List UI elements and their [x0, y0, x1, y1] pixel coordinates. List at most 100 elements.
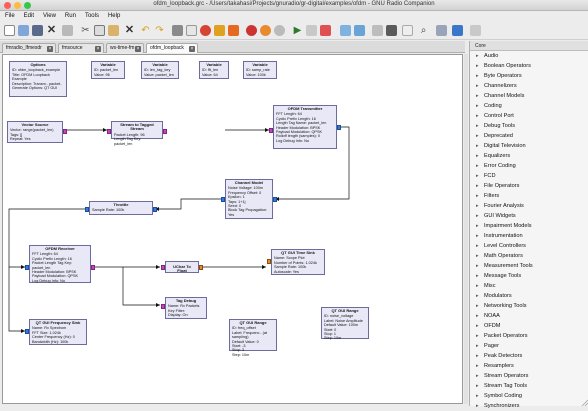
library-category-item[interactable]: ▸ Stream Operators — [470, 371, 588, 381]
port-out[interactable] — [85, 207, 89, 212]
block-qt-gui-range-noise-voltage[interactable]: QT GUI Range ID: noise_voltage Label: No… — [321, 307, 369, 340]
tab-fmsource[interactable]: fmsource × — [58, 43, 104, 53]
expand-arrow-icon[interactable]: ▸ — [476, 391, 484, 401]
port-in[interactable] — [25, 329, 29, 334]
expand-arrow-icon[interactable]: ▸ — [476, 61, 484, 71]
expand-arrow-icon[interactable]: ▸ — [476, 111, 484, 121]
port-in[interactable] — [269, 128, 273, 133]
expand-arrow-icon[interactable]: ▸ — [476, 321, 484, 331]
block-qt-gui-frequency-sink[interactable]: QT GUI Frequency Sink Name: Rx Spectrum … — [25, 319, 87, 345]
tab-close-icon[interactable]: × — [135, 46, 141, 52]
export-icon[interactable] — [386, 25, 397, 36]
expand-arrow-icon[interactable]: ▸ — [476, 221, 484, 231]
expand-arrow-icon[interactable]: ▸ — [476, 251, 484, 261]
block-uchar-to-float[interactable]: UChar To Float — [161, 261, 203, 273]
port-in[interactable] — [161, 265, 165, 270]
reload-icon[interactable] — [436, 25, 447, 36]
find-icon[interactable]: ⌕ — [418, 25, 429, 36]
kill-icon[interactable] — [200, 25, 211, 36]
expand-arrow-icon[interactable]: ▸ — [476, 201, 484, 211]
port-out[interactable] — [199, 265, 203, 270]
library-category-item[interactable]: ▸ Stream Tag Tools — [470, 381, 588, 391]
block-ofdm-transmitter[interactable]: OFDM Transmitter FFT Length: 64 Cyclic P… — [269, 105, 341, 149]
library-category-item[interactable]: ▸ Fourier Analysis — [470, 201, 588, 211]
port-out[interactable] — [163, 129, 167, 134]
library-icon[interactable] — [452, 25, 463, 36]
expand-arrow-icon[interactable]: ▸ — [476, 121, 484, 131]
block-ofdm-receiver[interactable]: OFDM Receiver FFT Length: 64 Cyclic Pref… — [25, 245, 95, 283]
menu-tools[interactable]: Tools — [85, 11, 99, 22]
highlight-icon[interactable] — [320, 25, 331, 36]
expand-arrow-icon[interactable]: ▸ — [476, 181, 484, 191]
library-category-item[interactable]: ▸ FCD — [470, 171, 588, 181]
expand-arrow-icon[interactable]: ▸ — [476, 141, 484, 151]
expand-arrow-icon[interactable]: ▸ — [476, 231, 484, 241]
expand-arrow-icon[interactable]: ▸ — [476, 191, 484, 201]
undo-icon[interactable]: ↶ — [140, 25, 151, 36]
block-options[interactable]: Options ID: ofdm_loopback_example Title:… — [9, 61, 67, 97]
expand-arrow-icon[interactable]: ▸ — [476, 311, 484, 321]
paste-icon[interactable] — [108, 25, 119, 36]
expand-arrow-icon[interactable]: ▸ — [476, 71, 484, 81]
menu-run[interactable]: Run — [65, 11, 76, 22]
rotate-left-icon[interactable]: ▶ — [292, 25, 303, 36]
port-out[interactable] — [91, 265, 95, 270]
expand-arrow-icon[interactable]: ▸ — [476, 271, 484, 281]
library-category-item[interactable]: ▸ Synchronizers — [470, 401, 588, 411]
port-in[interactable] — [107, 129, 111, 134]
port-in[interactable] — [161, 304, 165, 309]
expand-arrow-icon[interactable]: ▸ — [476, 81, 484, 91]
block-variable-len-tag-key[interactable]: Variable ID: len_tag_key Value: packet_l… — [141, 61, 179, 79]
new-icon[interactable] — [4, 25, 15, 36]
block-throttle[interactable]: Throttle Sample Rate: 100k — [85, 201, 157, 215]
menu-file[interactable]: File — [5, 11, 15, 22]
library-header[interactable]: Core — [470, 41, 588, 51]
expand-arrow-icon[interactable]: ▸ — [476, 381, 484, 391]
library-category-item[interactable]: ▸ Digital Television — [470, 141, 588, 151]
grid-icon[interactable] — [340, 25, 351, 36]
block-variable-samp-rate[interactable]: Variable ID: samp_rate Value: 100k — [243, 61, 277, 79]
tab-fmradio[interactable]: fmradio_lfmesdr × — [2, 43, 56, 53]
library-category-item[interactable]: ▸ Math Operators — [470, 251, 588, 261]
library-category-item[interactable]: ▸ NOAA — [470, 311, 588, 321]
expand-arrow-icon[interactable]: ▸ — [476, 241, 484, 251]
expand-arrow-icon[interactable]: ▸ — [476, 341, 484, 351]
port-in[interactable] — [153, 207, 157, 212]
extra-icon[interactable] — [470, 25, 481, 36]
expand-arrow-icon[interactable]: ▸ — [476, 401, 484, 411]
tab-ofdm-loopback[interactable]: ofdm_loopback × — [146, 43, 198, 53]
library-category-item[interactable]: ▸ File Operators — [470, 181, 588, 191]
library-category-item[interactable]: ▸ Equalizers — [470, 151, 588, 161]
library-category-item[interactable]: ▸ Channel Models — [470, 91, 588, 101]
expand-arrow-icon[interactable]: ▸ — [476, 161, 484, 171]
library-category-item[interactable]: ▸ Instrumentation — [470, 231, 588, 241]
block-channel-model[interactable]: Channel Model Noise Voltage: 100m Freque… — [221, 179, 277, 219]
close-icon[interactable]: ✕ — [46, 25, 57, 36]
library-category-item[interactable]: ▸ Error Coding — [470, 161, 588, 171]
enable-icon[interactable] — [228, 25, 239, 36]
flowgraph-canvas[interactable]: Options ID: ofdm_loopback_example Title:… — [2, 54, 463, 404]
enable-disable-icon[interactable] — [274, 25, 285, 36]
menu-edit[interactable]: Edit — [24, 11, 34, 22]
library-category-item[interactable]: ▸ Modulators — [470, 291, 588, 301]
menu-help[interactable]: Help — [108, 11, 120, 22]
library-category-item[interactable]: ▸ Impairment Models — [470, 221, 588, 231]
block-qt-gui-range-freq-offset[interactable]: QT GUI Range ID: freq_offset Label: Freq… — [229, 319, 277, 357]
expand-arrow-icon[interactable]: ▸ — [476, 101, 484, 111]
library-category-item[interactable]: ▸ GUI Widgets — [470, 211, 588, 221]
library-category-item[interactable]: ▸ OFDM — [470, 321, 588, 331]
delete-icon[interactable]: ✕ — [124, 25, 135, 36]
library-category-item[interactable]: ▸ Pager — [470, 341, 588, 351]
stop-icon[interactable] — [214, 25, 225, 36]
expand-arrow-icon[interactable]: ▸ — [476, 361, 484, 371]
expand-arrow-icon[interactable]: ▸ — [476, 131, 484, 141]
expand-arrow-icon[interactable]: ▸ — [476, 291, 484, 301]
expand-arrow-icon[interactable]: ▸ — [476, 261, 484, 271]
port-in[interactable] — [25, 265, 29, 270]
canvas-scrollbar[interactable] — [464, 54, 468, 404]
expand-arrow-icon[interactable]: ▸ — [476, 171, 484, 181]
library-category-item[interactable]: ▸ Deprecated — [470, 131, 588, 141]
redo-icon[interactable]: ↷ — [154, 25, 165, 36]
library-category-item[interactable]: ▸ Level Controllers — [470, 241, 588, 251]
properties-icon[interactable] — [372, 25, 383, 36]
